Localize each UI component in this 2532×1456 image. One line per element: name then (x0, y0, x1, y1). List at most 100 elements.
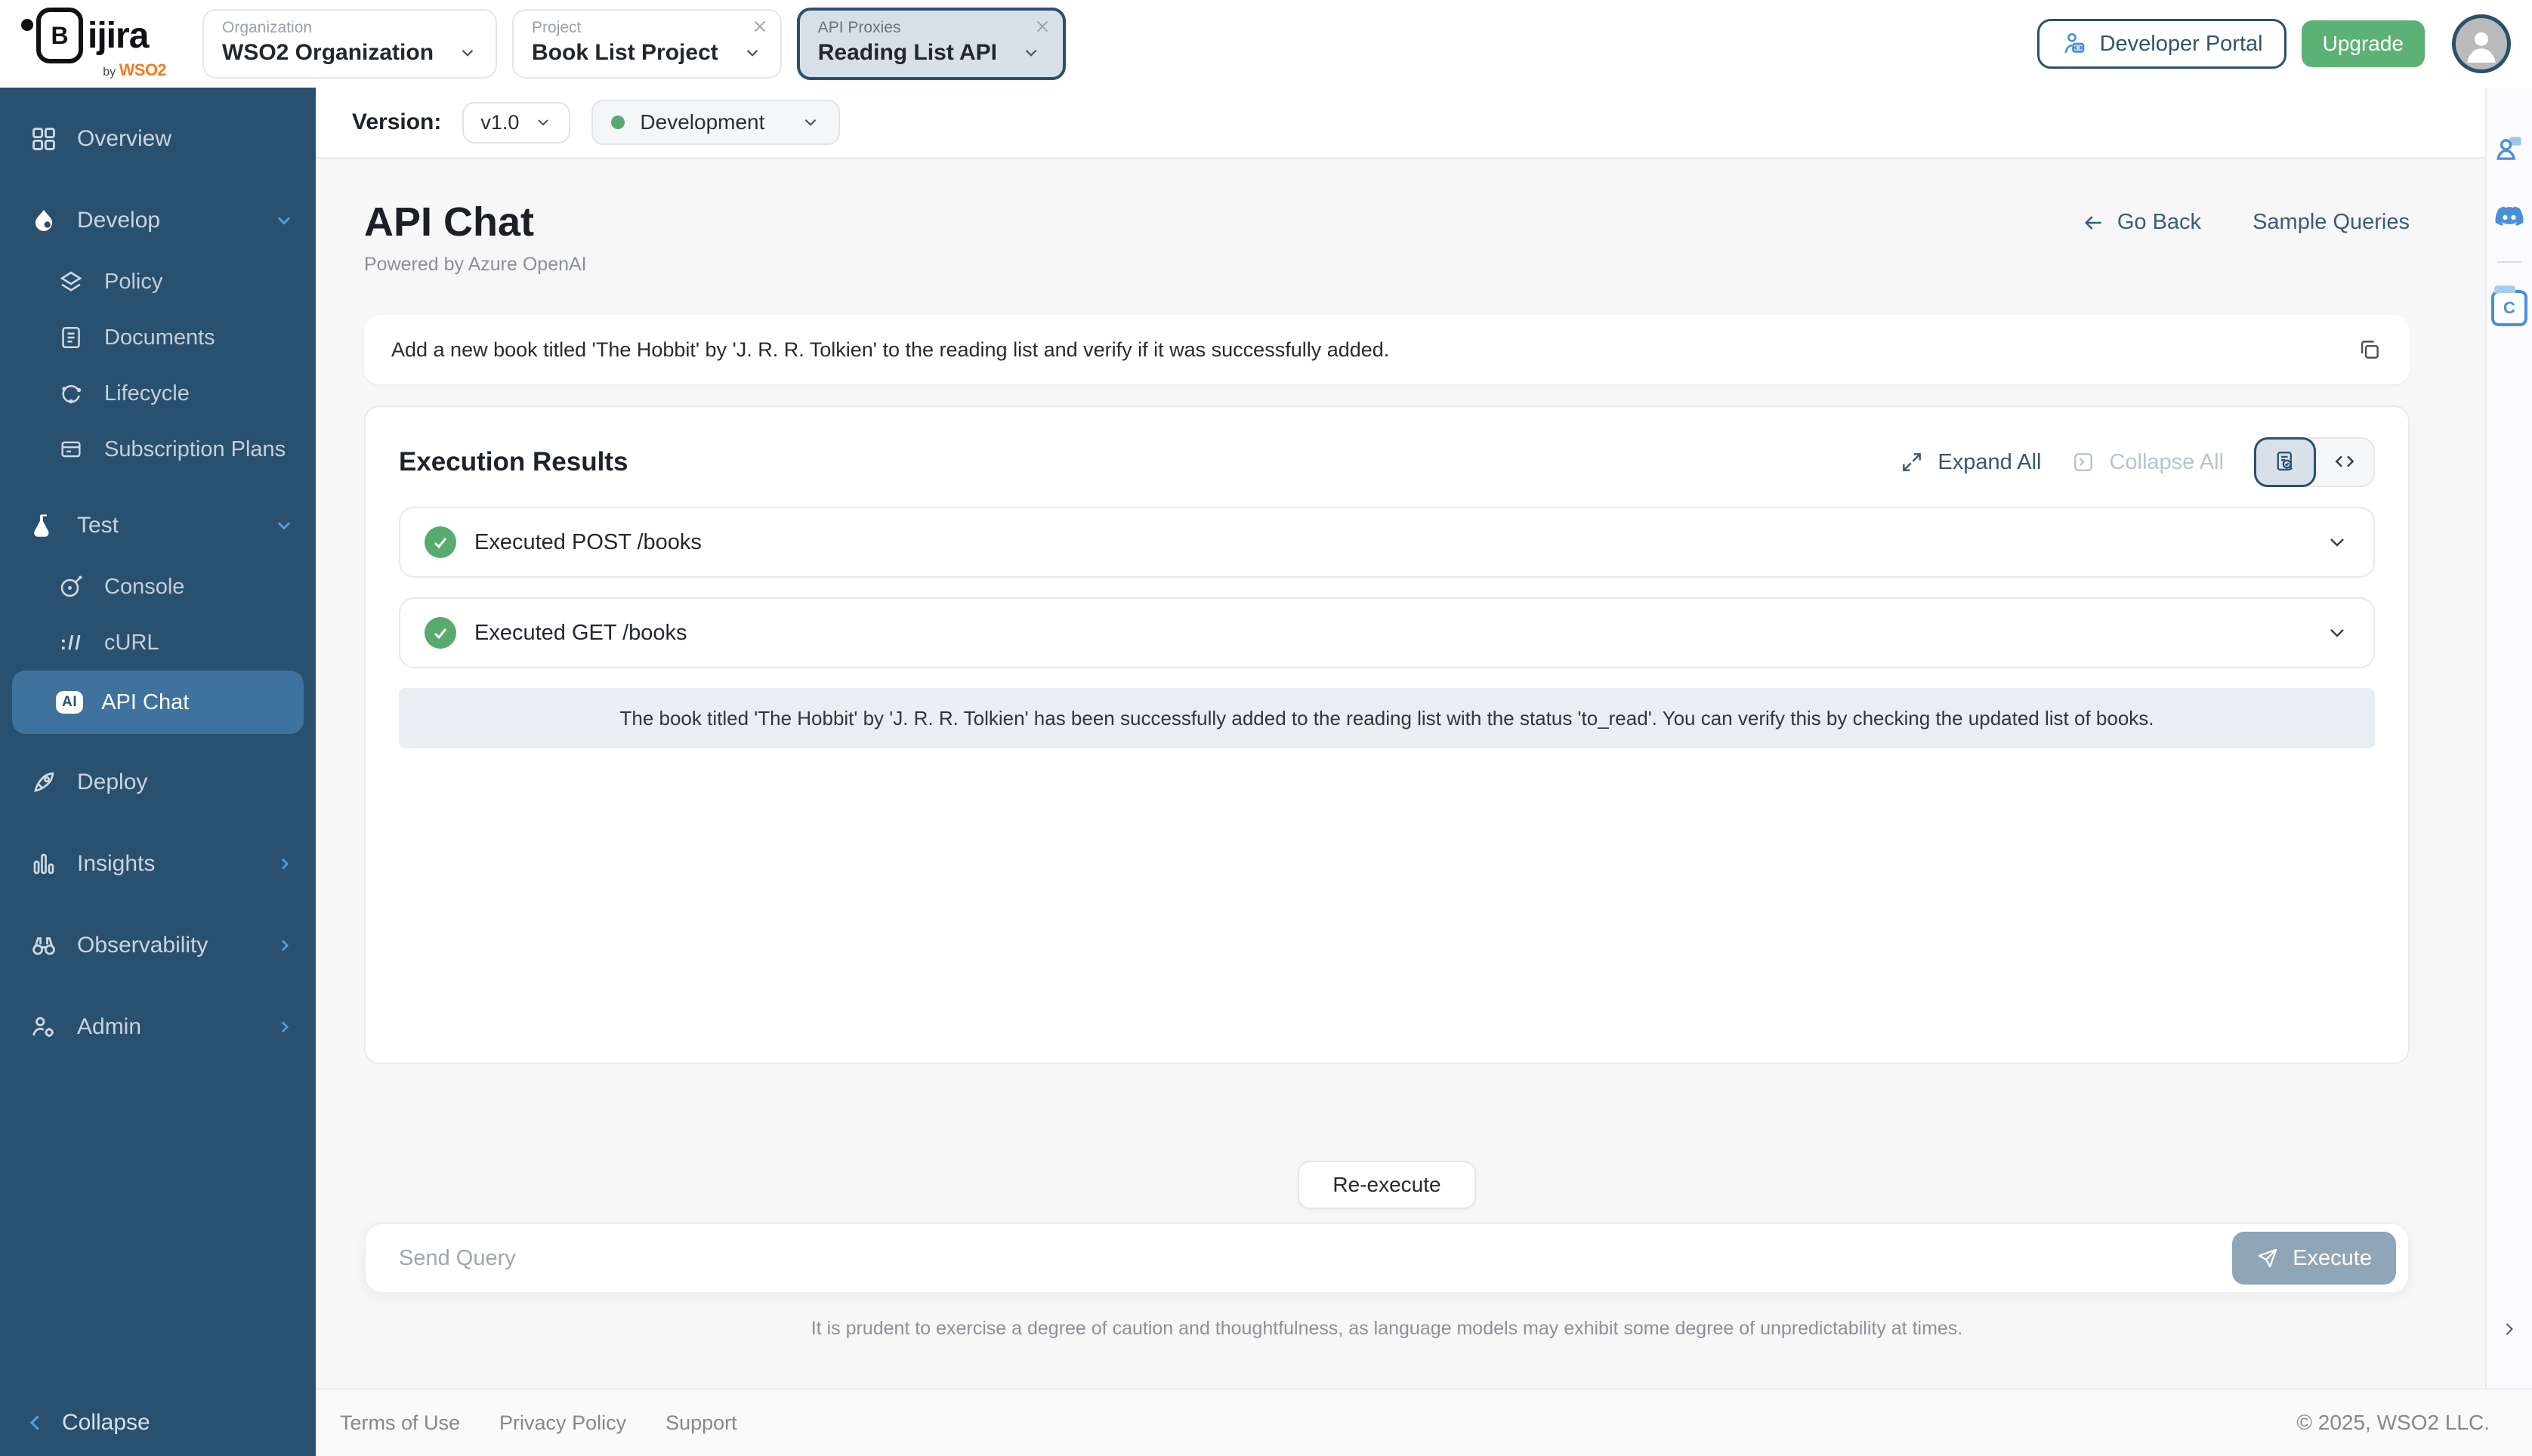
sidebar-item-overview[interactable]: Overview (0, 106, 316, 172)
terms-of-use-link[interactable]: Terms of Use (340, 1411, 460, 1435)
chevron-down-icon[interactable] (2325, 621, 2349, 645)
app-window: B ijira by WSO2 Organization WSO2 Organi… (0, 0, 2532, 1456)
sidebar-item-label: Deploy (77, 770, 295, 795)
sample-queries-link[interactable]: Sample Queries (2253, 210, 2410, 235)
binoculars-icon (29, 931, 59, 960)
go-back-label: Go Back (2117, 210, 2201, 235)
sidebar-item-test[interactable]: Test (0, 492, 316, 559)
developer-portal-button[interactable]: Developer Portal (2037, 19, 2287, 69)
execution-step-row[interactable]: Executed GET /books (399, 597, 2375, 668)
project-selector[interactable]: Project Book List Project (512, 9, 782, 79)
organization-label: Organization (222, 18, 477, 38)
chevron-down-icon[interactable] (273, 210, 295, 231)
sidebar-item-label: Subscription Plans (104, 437, 295, 462)
chevron-left-icon (24, 1411, 47, 1434)
sidebar-collapse-button[interactable]: Collapse (0, 1390, 316, 1456)
copy-icon[interactable] (2357, 337, 2382, 362)
chevron-right-icon[interactable] (275, 936, 295, 955)
sidebar-nav: Overview Develop Policy (0, 88, 316, 1390)
collapse-all-button[interactable]: Collapse All (2071, 450, 2224, 475)
code-icon (2333, 449, 2357, 474)
chevron-down-icon (534, 113, 552, 131)
sidebar-item-observability[interactable]: Observability (0, 912, 316, 979)
sidebar-item-console[interactable]: Console (0, 559, 316, 615)
top-header: B ijira by WSO2 Organization WSO2 Organi… (0, 0, 2532, 88)
sidebar-item-lifecycle[interactable]: Lifecycle (0, 366, 316, 421)
choreo-docs-icon[interactable]: C (2491, 290, 2527, 326)
execution-step-label: Executed GET /books (474, 621, 687, 646)
chevron-down-icon[interactable] (2325, 530, 2349, 554)
sidebar-item-label: Admin (77, 1014, 257, 1040)
chevron-right-icon[interactable] (275, 1017, 295, 1037)
api-proxies-selector[interactable]: API Proxies Reading List API (797, 8, 1066, 80)
support-chat-icon[interactable] (2493, 133, 2525, 165)
success-check-icon (425, 526, 456, 558)
chevron-down-icon[interactable] (1021, 43, 1041, 63)
execution-results-panel: Execution Results Expand All (364, 406, 2410, 1064)
close-icon[interactable] (1034, 18, 1051, 35)
sidebar-item-deploy[interactable]: Deploy (0, 749, 316, 816)
grid-icon (29, 125, 59, 153)
expand-all-label: Expand All (1938, 450, 2041, 475)
page-content: API Chat Powered by Azure OpenAI Go Back (316, 159, 2485, 1388)
sidebar-item-label: Observability (77, 933, 257, 958)
chevron-down-icon[interactable] (743, 43, 762, 63)
execution-results-title: Execution Results (399, 447, 628, 477)
chevron-right-icon[interactable] (275, 854, 295, 874)
sidebar-item-insights[interactable]: Insights (0, 831, 316, 897)
environment-selector[interactable]: Development (591, 100, 840, 145)
chevron-down-icon[interactable] (458, 43, 477, 63)
person-icon (2459, 21, 2504, 66)
version-selector[interactable]: v1.0 (462, 102, 570, 143)
arrow-left-icon (2081, 211, 2105, 235)
organization-value: WSO2 Organization (222, 38, 434, 68)
page-title: API Chat (364, 198, 587, 246)
sidebar-item-label: Insights (77, 851, 257, 877)
discord-icon[interactable] (2493, 201, 2526, 234)
go-back-link[interactable]: Go Back (2081, 210, 2201, 235)
chevron-down-icon[interactable] (273, 515, 295, 536)
sidebar-item-policy[interactable]: Policy (0, 254, 316, 310)
organization-selector[interactable]: Organization WSO2 Organization (202, 9, 497, 79)
expand-icon (1900, 450, 1924, 474)
sidebar-item-label: API Chat (101, 690, 283, 715)
bar-chart-icon (29, 850, 59, 878)
user-avatar[interactable] (2452, 14, 2511, 73)
query-card: Add a new book titled 'The Hobbit' by 'J… (364, 315, 2410, 384)
expand-all-button[interactable]: Expand All (1900, 450, 2041, 475)
execution-step-row[interactable]: Executed POST /books (399, 507, 2375, 578)
code-view-button[interactable] (2316, 439, 2373, 484)
close-icon[interactable] (752, 18, 768, 35)
sidebar-item-documents[interactable]: Documents (0, 310, 316, 366)
re-execute-button[interactable]: Re-execute (1298, 1161, 1475, 1209)
execute-label: Execute (2293, 1246, 2372, 1271)
sidebar-item-label: Lifecycle (104, 381, 295, 406)
collapse-icon (2071, 450, 2095, 474)
project-value: Book List Project (532, 38, 718, 68)
privacy-policy-link[interactable]: Privacy Policy (499, 1411, 626, 1435)
sidebar-item-develop[interactable]: Develop (0, 187, 316, 254)
report-view-button[interactable] (2254, 437, 2316, 487)
sidebar-item-curl[interactable]: :// cURL (0, 615, 316, 671)
sidebar-item-subscription-plans[interactable]: Subscription Plans (0, 421, 316, 477)
copyright-text: © 2025, WSO2 LLC. (2296, 1411, 2490, 1435)
version-bar: Version: v1.0 Development (316, 88, 2485, 159)
brand-name: ijira (88, 15, 148, 57)
rail-expand-chevron-icon[interactable] (2499, 1319, 2520, 1340)
sidebar-item-admin[interactable]: Admin (0, 994, 316, 1060)
sidebar-item-label: Develop (77, 208, 255, 233)
send-query-input[interactable] (396, 1245, 2232, 1272)
document-icon (56, 324, 86, 351)
send-query-bar: Execute (364, 1223, 2410, 1294)
sample-queries-label: Sample Queries (2253, 210, 2410, 235)
wso2-wordmark: WSO2 (119, 60, 166, 79)
rail-divider (2497, 261, 2521, 263)
execute-button[interactable]: Execute (2232, 1232, 2396, 1285)
logo-dot (21, 19, 33, 31)
sidebar-item-api-chat[interactable]: AI API Chat (12, 671, 304, 734)
upgrade-button[interactable]: Upgrade (2302, 20, 2425, 67)
bijira-logo[interactable]: B ijira by WSO2 (21, 8, 166, 80)
brand-byline: by WSO2 (103, 60, 166, 80)
support-link[interactable]: Support (665, 1411, 737, 1435)
right-rail: C (2485, 88, 2532, 1388)
